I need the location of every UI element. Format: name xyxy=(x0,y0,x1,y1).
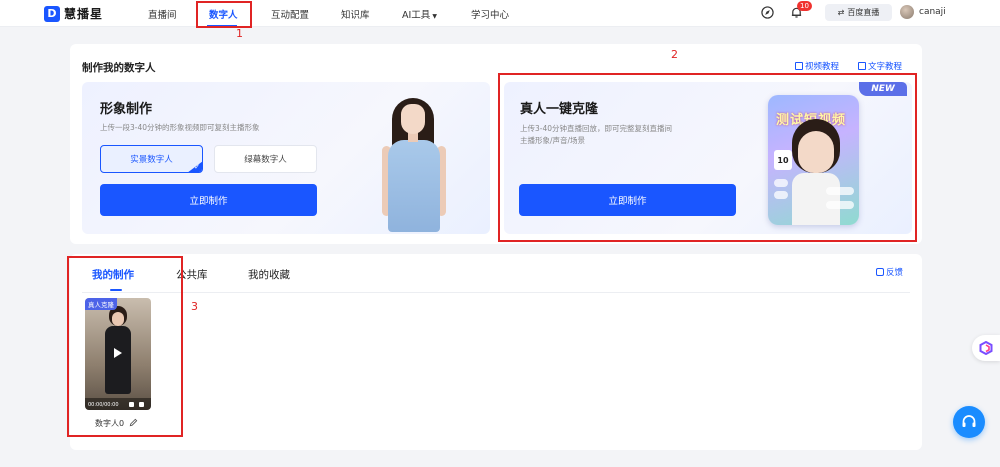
text-tutorial-label: 文字教程 xyxy=(868,62,903,72)
switch-icon: ⇄ xyxy=(837,8,845,17)
switch-platform-button[interactable]: ⇄ 百度直播 xyxy=(825,4,892,21)
nav-item-learning-center[interactable]: 学习中心 xyxy=(471,7,509,21)
video-tutorial-label: 视频教程 xyxy=(805,62,840,72)
check-icon: ✓ xyxy=(194,163,200,171)
option-green-screen[interactable]: 绿幕数字人 xyxy=(214,145,317,173)
feedback-button[interactable]: 反馈 xyxy=(876,266,903,278)
video-icon xyxy=(795,62,803,70)
headset-icon xyxy=(962,415,976,427)
option-real-scene-label: 实景数字人 xyxy=(130,155,173,165)
annotation-label-1: 1 xyxy=(236,27,243,40)
option-real-scene[interactable]: 实景数字人 ✓ xyxy=(100,145,203,173)
annotation-box-2 xyxy=(498,73,917,242)
username[interactable]: canaji xyxy=(919,7,946,17)
digital-human-preview-image xyxy=(378,96,450,232)
switch-platform-label: 百度直播 xyxy=(847,8,880,17)
chevron-down-icon: ▼ xyxy=(432,13,437,20)
nav-item-knowledge-base[interactable]: 知识库 xyxy=(341,7,370,21)
avatar-creation-desc: 上传一段3-40分钟的形象视频即可复刻主播形象 xyxy=(100,123,260,132)
logo-icon: D xyxy=(44,5,60,22)
compass-icon[interactable] xyxy=(760,5,775,20)
video-tutorial-link[interactable]: 视频教程 xyxy=(795,60,839,72)
text-tutorial-link[interactable]: 文字教程 xyxy=(858,60,902,72)
side-assistant-button[interactable] xyxy=(972,335,1000,361)
annotation-box-3 xyxy=(67,256,183,437)
customer-service-button[interactable] xyxy=(953,406,985,438)
app-logo[interactable]: D 慧播星 xyxy=(44,5,103,22)
my-works-card xyxy=(70,254,922,450)
avatar[interactable] xyxy=(900,5,914,19)
option-green-screen-label: 绿幕数字人 xyxy=(244,155,287,165)
annotation-box-1 xyxy=(196,1,252,28)
avatar-creation-title: 形象制作 xyxy=(100,102,153,117)
nav-item-ai-tools[interactable]: AI工具 ▼ xyxy=(402,7,437,21)
nav-item-live-room[interactable]: 直播间 xyxy=(148,7,177,21)
assistant-logo-icon xyxy=(979,341,993,355)
feedback-icon xyxy=(876,268,884,276)
section-title: 制作我的数字人 xyxy=(82,62,156,74)
tabs-divider xyxy=(82,292,910,293)
tab-my-favorites[interactable]: 我的收藏 xyxy=(248,267,290,282)
document-icon xyxy=(858,62,866,70)
annotation-label-2: 2 xyxy=(671,48,678,61)
feedback-label: 反馈 xyxy=(886,268,904,278)
nav-item-ai-tools-label: AI工具 xyxy=(402,10,431,21)
notification-badge: 10 xyxy=(797,1,812,11)
annotation-label-3: 3 xyxy=(191,300,198,313)
nav-item-interaction-config[interactable]: 互动配置 xyxy=(271,7,309,21)
create-avatar-button[interactable]: 立即制作 xyxy=(100,184,317,216)
logo-text: 慧播星 xyxy=(64,7,104,21)
